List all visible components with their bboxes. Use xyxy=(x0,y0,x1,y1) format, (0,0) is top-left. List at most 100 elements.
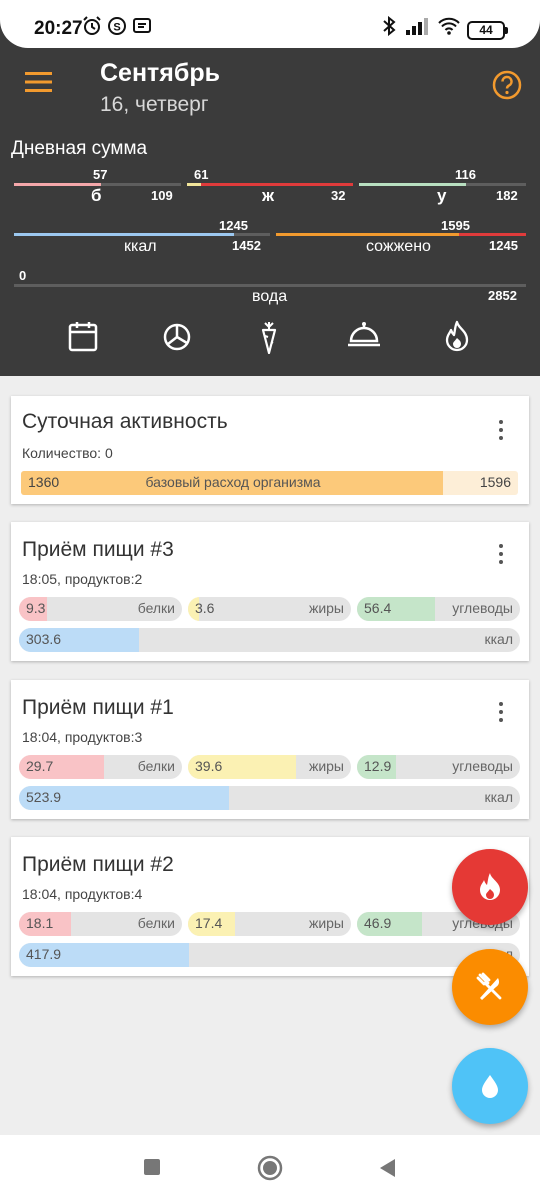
carbs-fill xyxy=(359,183,466,186)
flame-icon xyxy=(480,873,500,900)
cloche-icon[interactable] xyxy=(347,320,381,350)
back-icon[interactable] xyxy=(377,1157,397,1179)
protein-value: 57 xyxy=(93,167,108,182)
flame-icon[interactable] xyxy=(443,320,471,352)
add-meal-button[interactable] xyxy=(452,949,528,1025)
meal-protein-pill: 9.3 белки xyxy=(19,597,182,621)
protein-target: 109 xyxy=(151,188,173,203)
burned-track xyxy=(276,233,526,236)
burned-label: сожжено xyxy=(366,238,431,255)
meal-fat-value: 17.4 xyxy=(195,915,223,931)
meal-title: Приём пищи #3 xyxy=(22,538,174,561)
meal-fat-label: жиры xyxy=(308,600,344,616)
meal-kcal-label: ккал xyxy=(484,789,513,805)
fork-knife-icon xyxy=(476,972,502,1000)
water-target: 2852 xyxy=(488,288,517,303)
meal-title: Приём пищи #1 xyxy=(22,696,174,719)
meal-fat-label: жиры xyxy=(308,915,344,931)
activity-bar: 1360 базовый расход организма 1596 xyxy=(21,471,518,495)
alarm-icon xyxy=(83,16,101,35)
meal-card[interactable]: Приём пищи #1 18:04, продуктов:3 29.7 бе… xyxy=(11,680,529,819)
meal-kcal-value: 523.9 xyxy=(26,789,62,805)
activity-bar-label: базовый расход организма xyxy=(145,474,321,490)
burned-target: 1245 xyxy=(489,238,518,253)
message-icon xyxy=(133,18,151,33)
meal-subtitle: 18:05, продуктов:2 xyxy=(22,571,143,587)
meal-subtitle: 18:04, продуктов:3 xyxy=(22,729,143,745)
kcal-label: ккал xyxy=(124,238,157,255)
svg-text:S: S xyxy=(113,22,120,34)
activity-more-icon[interactable] xyxy=(499,420,503,444)
meal-protein-label: белки xyxy=(137,600,175,616)
water-value: 0 xyxy=(19,268,27,283)
burned-value: 1595 xyxy=(441,218,470,233)
activity-card[interactable]: Суточная активность Количество: 0 1360 б… xyxy=(11,396,529,504)
meal-carbs-label: углеводы xyxy=(452,758,513,774)
calendar-icon[interactable] xyxy=(68,320,98,352)
meal-fat-value: 3.6 xyxy=(195,600,215,616)
meal-protein-value: 18.1 xyxy=(26,915,54,931)
meal-kcal-pill: 417.9 ккал xyxy=(19,943,520,967)
home-icon[interactable] xyxy=(257,1155,283,1181)
kcal-target: 1452 xyxy=(232,238,261,253)
kcal-track xyxy=(14,233,270,236)
protein-fill xyxy=(14,183,101,186)
meal-carbs-pill: 56.4 углеводы xyxy=(357,597,520,621)
meal-subtitle: 18:04, продуктов:4 xyxy=(22,886,143,902)
daily-sum-title: Дневная сумма xyxy=(11,138,148,159)
kcal-value: 1245 xyxy=(219,218,248,233)
meal-fat-pill: 3.6 жиры xyxy=(188,597,351,621)
water-track xyxy=(14,284,526,287)
meal-more-icon[interactable] xyxy=(499,544,503,568)
carbs-label: у xyxy=(437,186,447,205)
kcal-fill xyxy=(14,233,235,236)
meal-fat-pill: 39.6 жиры xyxy=(188,755,351,779)
activity-bar-total: 1596 xyxy=(479,474,511,490)
help-icon[interactable] xyxy=(492,70,522,100)
meal-protein-pill: 29.7 белки xyxy=(19,755,182,779)
meal-protein-label: белки xyxy=(137,915,175,931)
system-nav-bar xyxy=(0,1135,540,1200)
meal-kcal-pill: 523.9 ккал xyxy=(19,786,520,810)
add-water-button[interactable] xyxy=(452,1048,528,1124)
meal-more-icon[interactable] xyxy=(499,702,503,726)
month-title: Сентябрь xyxy=(100,59,220,87)
meal-kcal-value: 417.9 xyxy=(26,946,62,962)
status-bar: 20:27 S 44 xyxy=(0,0,540,48)
water-drop-icon xyxy=(482,1075,498,1098)
meal-kcal-value: 303.6 xyxy=(26,631,62,647)
carrot-icon[interactable] xyxy=(256,320,282,354)
meal-title: Приём пищи #2 xyxy=(22,853,174,876)
meal-carbs-label: углеводы xyxy=(452,600,513,616)
meal-card[interactable]: Приём пищи #3 18:05, продуктов:2 9.3 бел… xyxy=(11,522,529,661)
meal-protein-label: белки xyxy=(137,758,175,774)
meal-carbs-pill: 12.9 углеводы xyxy=(357,755,520,779)
pie-chart-icon[interactable] xyxy=(162,320,192,352)
status-time: 20:27 xyxy=(34,18,83,39)
signal-icon xyxy=(406,18,428,35)
recents-icon[interactable] xyxy=(143,1158,161,1176)
activity-title: Суточная активность xyxy=(22,410,228,433)
meal-kcal-label: ккал xyxy=(484,631,513,647)
water-label: вода xyxy=(252,288,288,305)
activity-subtitle: Количество: 0 xyxy=(22,445,113,461)
fat-label: ж xyxy=(262,186,275,205)
protein-label: б xyxy=(91,186,102,205)
carbs-value: 116 xyxy=(455,167,476,182)
meal-carbs-value: 46.9 xyxy=(364,915,392,931)
add-activity-button[interactable] xyxy=(452,849,528,925)
bluetooth-icon xyxy=(383,16,396,36)
meal-protein-value: 9.3 xyxy=(26,600,46,616)
fat-start-segment xyxy=(187,183,201,186)
meal-protein-value: 29.7 xyxy=(26,758,54,774)
meal-card[interactable]: Приём пищи #2 18:04, продуктов:4 18.1 бе… xyxy=(11,837,529,976)
battery-indicator: 44 xyxy=(467,21,508,40)
s-app-icon: S xyxy=(108,17,126,35)
meal-fat-pill: 17.4 жиры xyxy=(188,912,351,936)
meal-fat-value: 39.6 xyxy=(195,758,223,774)
day-subtitle: 16, четверг xyxy=(100,93,209,116)
meal-protein-pill: 18.1 белки xyxy=(19,912,182,936)
wifi-icon xyxy=(438,17,460,35)
meal-fat-label: жиры xyxy=(308,758,344,774)
menu-icon[interactable] xyxy=(25,71,53,93)
